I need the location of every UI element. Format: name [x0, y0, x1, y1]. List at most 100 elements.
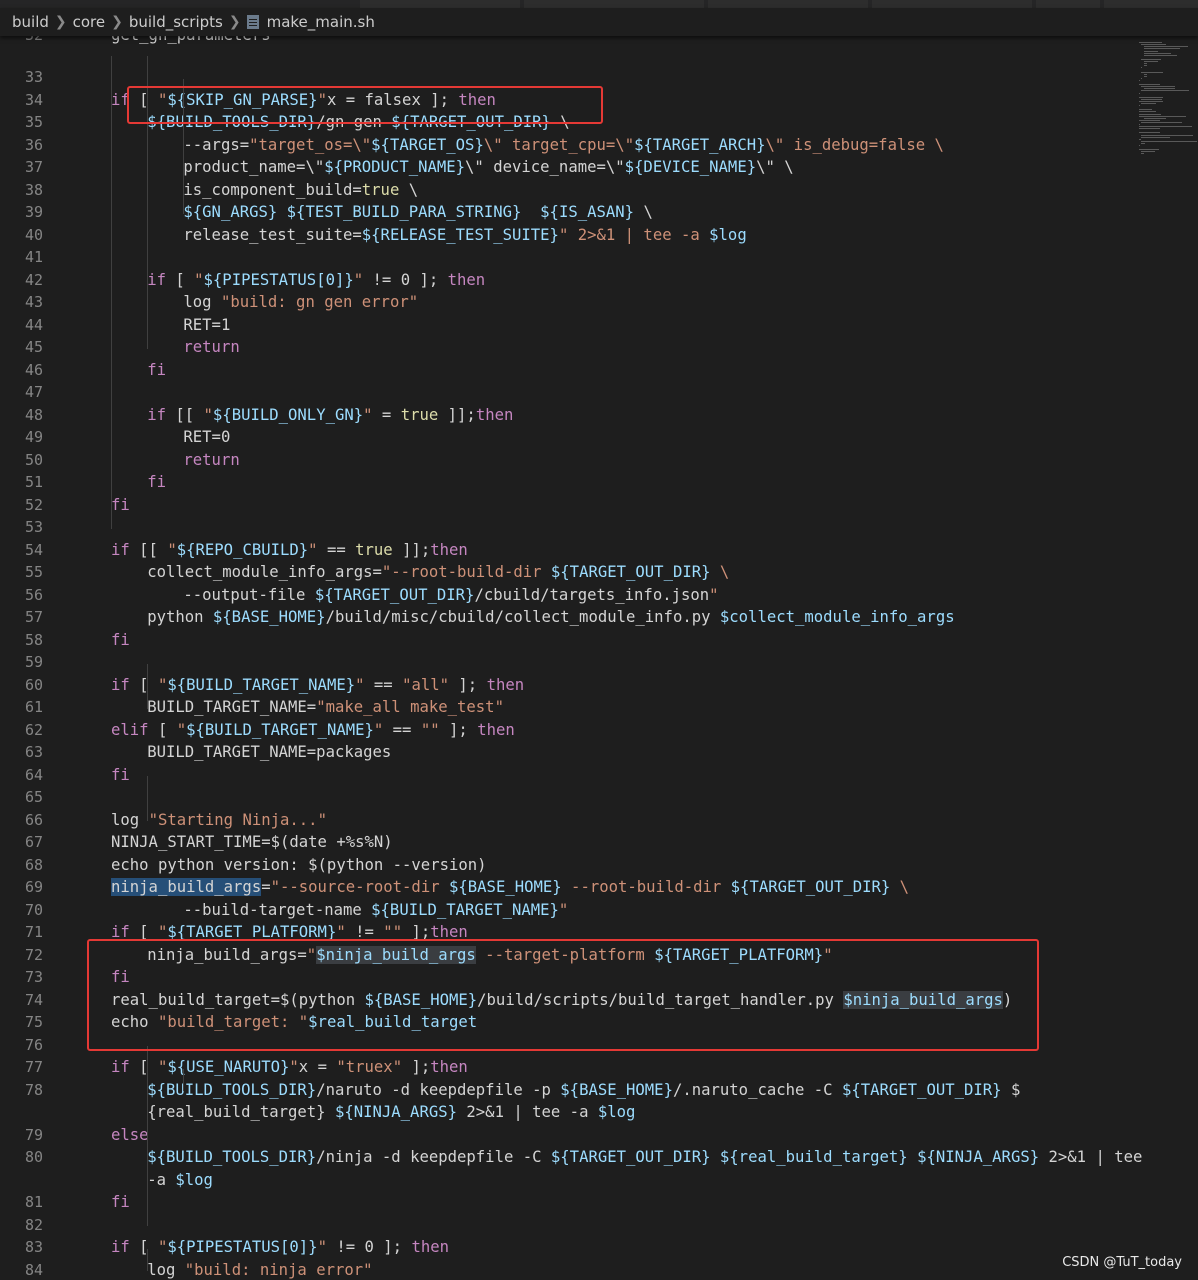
- minimap-line: [1139, 79, 1141, 81]
- line-number: 55: [24, 563, 43, 581]
- indent-guide: [147, 1046, 148, 1226]
- line-number: 43: [24, 293, 43, 311]
- line-number: 52: [24, 495, 43, 514]
- minimap-line: [1141, 44, 1167, 46]
- minimap[interactable]: [1135, 36, 1198, 166]
- code-line: ${GN_ARGS} ${TEST_BUILD_PARA_STRING} ${I…: [183, 203, 653, 221]
- line-number: 45: [24, 338, 43, 356]
- code-line: echo python version: $(python --version): [111, 855, 487, 874]
- annotation-box-gn-gen: [127, 86, 603, 124]
- line-number: 71: [24, 923, 43, 941]
- breadcrumb: build ❯ core ❯ build_scripts ❯ make_main…: [0, 8, 1198, 36]
- line-number: 57: [24, 608, 43, 626]
- minimap-line: [1143, 46, 1189, 48]
- code-line: collect_module_info_args="--root-build-d…: [147, 563, 730, 581]
- line-number: 59: [24, 653, 43, 671]
- minimap-line: [1139, 92, 1141, 94]
- line-number: 83: [24, 1238, 43, 1256]
- minimap-line: [1139, 113, 1161, 115]
- line-number: 39: [24, 203, 43, 221]
- code-line: NINJA_START_TIME=$(date +%s%N): [111, 833, 393, 851]
- chevron-right-icon: ❯: [54, 14, 67, 30]
- breadcrumb-item-core[interactable]: core: [73, 13, 106, 31]
- minimap-line: [1139, 84, 1160, 86]
- line-number: 62: [24, 720, 43, 739]
- line-number: 67: [24, 833, 43, 851]
- code-line: RET=0: [183, 428, 231, 446]
- code-line: if [ "${USE_NARUTO}"x = "truex" ];then: [111, 1058, 468, 1076]
- code-line: if [ "${PIPESTATUS[0]}" != 0 ]; then: [111, 1238, 450, 1256]
- minimap-line: [1143, 52, 1172, 54]
- line-number: 54: [24, 540, 43, 559]
- code-line: --output-file ${TARGET_OUT_DIR}/cbuild/t…: [183, 585, 719, 604]
- minimap-line: [1139, 132, 1160, 134]
- code-line: fi: [111, 765, 130, 784]
- minimap-line: [1141, 153, 1145, 155]
- line-number: 84: [24, 1260, 43, 1279]
- line-number: 72: [24, 945, 43, 964]
- line-number: 82: [24, 1215, 43, 1234]
- code-line: ${BUILD_TOOLS_DIR}/naruto -d keepdepfile…: [147, 1080, 1021, 1099]
- watermark: CSDN @TuT_today: [1062, 1255, 1182, 1270]
- line-number: 65: [24, 788, 43, 806]
- minimap-line: [1139, 111, 1156, 113]
- minimap-line: [1139, 149, 1159, 151]
- minimap-line: [1141, 140, 1198, 142]
- minimap-line: [1139, 124, 1141, 125]
- line-number: 51: [24, 473, 43, 491]
- line-number: 41: [24, 248, 43, 266]
- minimap-line: [1139, 42, 1162, 44]
- minimap-line: [1141, 67, 1143, 69]
- code-line: {real_build_target} ${NINJA_ARGS} 2>&1 |…: [147, 1103, 636, 1121]
- code-line: return: [183, 338, 240, 356]
- minimap-line: [1141, 103, 1156, 104]
- indent-guide: [147, 1248, 148, 1271]
- minimap-line: [1143, 65, 1148, 67]
- chevron-right-icon: ❯: [111, 14, 123, 30]
- line-number: 80: [24, 1148, 43, 1166]
- code-editor[interactable]: 32 33 34 35 36 37 38 39 40 41 42 43 44 45 46 47 48 49 50 5…: [0, 36, 1198, 1280]
- line-number: 76: [24, 1035, 43, 1054]
- minimap-line: [1141, 58, 1162, 60]
- minimap-line: [1143, 48, 1180, 50]
- line-number: 47: [24, 383, 43, 401]
- breadcrumb-item-build-scripts[interactable]: build_scripts: [129, 13, 223, 31]
- minimap-line: [1143, 63, 1147, 65]
- code-line: product_name=\"${PRODUCT_NAME}\" device_…: [183, 158, 794, 176]
- code-line: log "build: ninja error": [147, 1260, 373, 1279]
- line-number: 77: [24, 1058, 43, 1076]
- minimap-line: [1141, 121, 1182, 123]
- code-line: fi: [111, 630, 130, 649]
- code-line: --build-target-name ${BUILD_TARGET_NAME}…: [183, 900, 569, 919]
- line-number: 56: [24, 585, 43, 604]
- line-number: 68: [24, 855, 43, 874]
- line-number: 38: [24, 180, 43, 199]
- line-number: 64: [24, 765, 43, 784]
- code-line: else: [111, 1125, 149, 1144]
- line-number: 49: [24, 428, 43, 446]
- line-number: 33: [24, 68, 43, 86]
- breadcrumb-item-build[interactable]: build: [12, 13, 49, 31]
- minimap-line: [1143, 88, 1176, 90]
- minimap-line: [1143, 75, 1148, 77]
- minimap-line: [1143, 61, 1158, 62]
- line-number: 37: [24, 158, 43, 176]
- line-number: 63: [24, 743, 43, 761]
- indent-guide: [147, 663, 148, 709]
- minimap-line: [1141, 98, 1163, 100]
- line-number: 79: [24, 1125, 43, 1144]
- line-number: 81: [24, 1193, 43, 1211]
- minimap-line: [1141, 136, 1170, 138]
- code-area[interactable]: get_gn_parameters if [ "${SKIP_GN_PARSE}…: [75, 36, 1142, 1280]
- line-number-gutter: 32 33 34 35 36 37 38 39 40 41 42 43 44 45 46 47 48 49 50 5…: [0, 36, 60, 1280]
- minimap-line: [1139, 126, 1192, 128]
- minimap-line: [1139, 115, 1186, 117]
- minimap-line: [1143, 117, 1167, 119]
- minimap-line: [1143, 54, 1177, 56]
- minimap-line: [1141, 142, 1146, 144]
- line-number: 36: [24, 135, 43, 154]
- line-number: 75: [24, 1013, 43, 1031]
- file-icon: [246, 15, 259, 29]
- indent-guide: [183, 1068, 184, 1091]
- breadcrumb-file[interactable]: make_main.sh: [267, 13, 375, 31]
